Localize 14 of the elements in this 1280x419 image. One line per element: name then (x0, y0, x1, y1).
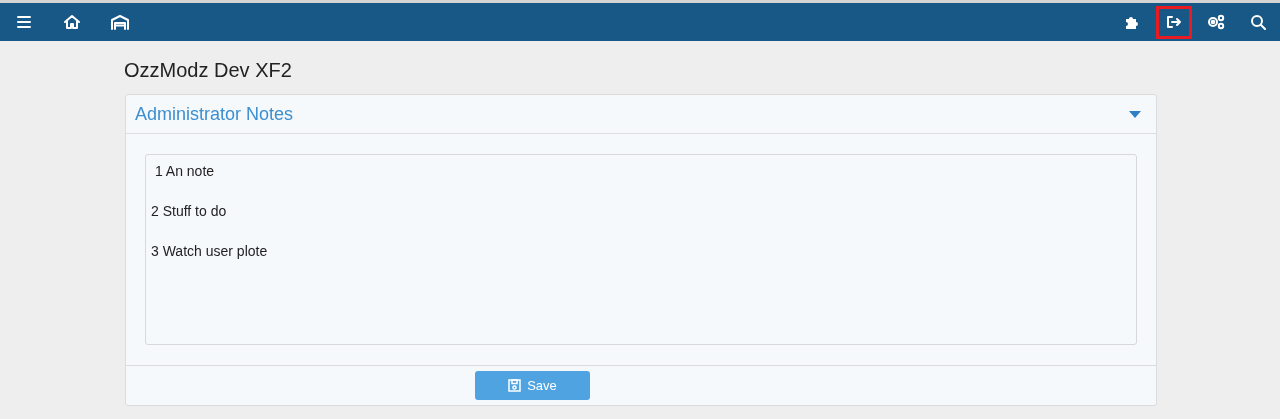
gears-icon (1206, 14, 1226, 30)
puzzle-icon (1123, 14, 1141, 30)
logout-button[interactable] (1156, 5, 1192, 39)
search-icon (1250, 14, 1266, 30)
panel-title: Administrator Notes (135, 102, 294, 126)
home-icon (64, 15, 80, 29)
collapse-toggle[interactable] (1128, 109, 1142, 119)
caret-icon (1129, 110, 1141, 118)
menu-icon (17, 16, 31, 28)
notes-field[interactable]: 1 An note 2 Stuff to do 3 Watch user plote (145, 154, 1137, 345)
logout-icon (1166, 15, 1182, 29)
page-title: OzzModz Dev XF2 (124, 58, 293, 83)
save-icon (508, 379, 522, 392)
garage-icon (111, 14, 129, 30)
